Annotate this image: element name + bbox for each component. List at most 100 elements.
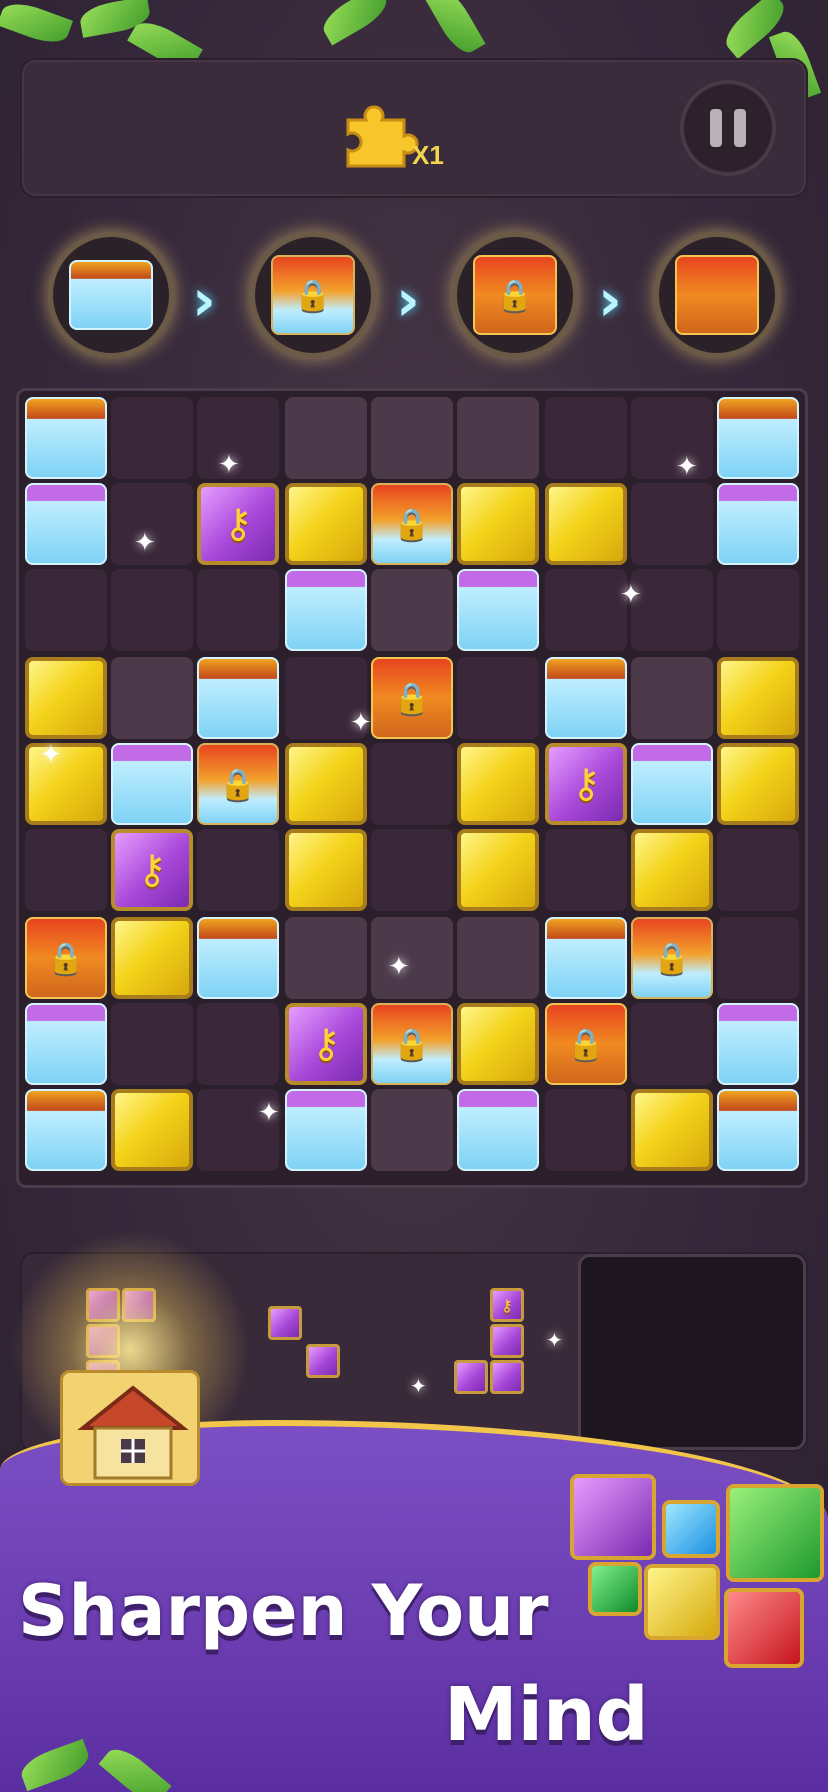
- yellow-block[interactable]: [457, 829, 539, 911]
- sparkle-icon: ✦: [258, 1098, 280, 1128]
- key-block[interactable]: ⚷: [545, 743, 627, 825]
- empty-cell[interactable]: [717, 829, 799, 911]
- yellow-block[interactable]: [457, 1003, 539, 1085]
- frozen-block[interactable]: [285, 1089, 367, 1171]
- game-board[interactable]: ⚷ 🔒 🔒 🔒 ⚷ ⚷ 🔒 🔒 ⚷ 🔒 🔒: [16, 388, 808, 1188]
- key-block[interactable]: ⚷: [285, 1003, 367, 1085]
- empty-cell[interactable]: [197, 829, 279, 911]
- frozen-chest[interactable]: [545, 657, 627, 739]
- empty-cell[interactable]: [197, 569, 279, 651]
- yellow-block[interactable]: [457, 483, 539, 565]
- yellow-block[interactable]: [25, 657, 107, 739]
- empty-cell[interactable]: [371, 917, 453, 999]
- empty-cell[interactable]: [111, 397, 193, 479]
- empty-cell[interactable]: [371, 743, 453, 825]
- empty-cell[interactable]: [111, 657, 193, 739]
- empty-cell[interactable]: [545, 1089, 627, 1171]
- empty-cell[interactable]: [371, 397, 453, 479]
- frozen-chest[interactable]: [25, 397, 107, 479]
- empty-cell[interactable]: [371, 829, 453, 911]
- empty-cell[interactable]: [25, 569, 107, 651]
- yellow-block[interactable]: [285, 483, 367, 565]
- empty-cell[interactable]: [25, 829, 107, 911]
- sparkle-icon: ✦: [410, 1374, 427, 1398]
- empty-cell[interactable]: [545, 569, 627, 651]
- leaf-decoration: [317, 0, 393, 46]
- goal-open-chest: [654, 232, 780, 358]
- frozen-chest[interactable]: [197, 917, 279, 999]
- lock-icon: 🔒: [393, 506, 431, 542]
- empty-cell[interactable]: [631, 483, 713, 565]
- frozen-chest-icon: [69, 260, 153, 330]
- lock-icon: 🔒: [393, 680, 431, 716]
- sparkle-icon: ✦: [350, 708, 372, 738]
- yellow-gem-icon: [644, 1564, 720, 1640]
- empty-cell[interactable]: [631, 569, 713, 651]
- chained-chest[interactable]: 🔒: [545, 1003, 627, 1085]
- frozen-chest[interactable]: [717, 397, 799, 479]
- key-block[interactable]: ⚷: [111, 829, 193, 911]
- empty-cell[interactable]: [457, 397, 539, 479]
- frozen-chest[interactable]: [25, 1089, 107, 1171]
- chained-chest[interactable]: 🔒: [371, 657, 453, 739]
- pause-button[interactable]: [680, 80, 776, 176]
- yellow-block[interactable]: [111, 917, 193, 999]
- empty-cell[interactable]: [457, 657, 539, 739]
- key-block[interactable]: ⚷: [197, 483, 279, 565]
- frozen-block[interactable]: [25, 483, 107, 565]
- frozen-chest[interactable]: [545, 917, 627, 999]
- yellow-block[interactable]: [717, 657, 799, 739]
- yellow-block[interactable]: [285, 829, 367, 911]
- chained-frozen-chest[interactable]: 🔒: [371, 1003, 453, 1085]
- chained-chest-icon: 🔒: [271, 255, 355, 335]
- empty-cell[interactable]: [717, 569, 799, 651]
- chained-frozen-chest[interactable]: 🔒: [371, 483, 453, 565]
- empty-cell[interactable]: [545, 397, 627, 479]
- chained-frozen-chest[interactable]: 🔒: [631, 917, 713, 999]
- chevron-right-icon: ›: [396, 266, 420, 334]
- frozen-block[interactable]: [717, 1003, 799, 1085]
- blue-gem-icon: [662, 1500, 720, 1558]
- empty-piece-slot[interactable]: [578, 1254, 806, 1450]
- frozen-block[interactable]: [717, 483, 799, 565]
- purple-block: [490, 1360, 524, 1394]
- key-icon: ⚷: [311, 1021, 341, 1067]
- yellow-block[interactable]: [25, 743, 107, 825]
- frozen-block[interactable]: [457, 569, 539, 651]
- lock-icon: 🔒: [393, 1026, 431, 1062]
- yellow-block[interactable]: [717, 743, 799, 825]
- frozen-block[interactable]: [457, 1089, 539, 1171]
- frozen-chest[interactable]: [197, 657, 279, 739]
- lock-icon: 🔒: [47, 940, 85, 976]
- empty-cell[interactable]: [457, 917, 539, 999]
- empty-cell[interactable]: [717, 917, 799, 999]
- yellow-block[interactable]: [631, 1089, 713, 1171]
- yellow-block[interactable]: [457, 743, 539, 825]
- empty-cell[interactable]: [545, 829, 627, 911]
- empty-cell[interactable]: [631, 657, 713, 739]
- empty-cell[interactable]: [111, 1003, 193, 1085]
- empty-cell[interactable]: [631, 1003, 713, 1085]
- empty-cell[interactable]: [111, 569, 193, 651]
- yellow-block[interactable]: [285, 743, 367, 825]
- goal-progress: › 🔒 › 🔒 ›: [0, 222, 828, 362]
- frozen-block[interactable]: [111, 743, 193, 825]
- frozen-block[interactable]: [25, 1003, 107, 1085]
- chained-chest-icon: 🔒: [473, 255, 557, 335]
- empty-cell[interactable]: [197, 1003, 279, 1085]
- frozen-block[interactable]: [631, 743, 713, 825]
- empty-cell[interactable]: [371, 1089, 453, 1171]
- empty-cell[interactable]: [371, 569, 453, 651]
- chained-chest[interactable]: 🔒: [25, 917, 107, 999]
- frozen-chest[interactable]: [717, 1089, 799, 1171]
- yellow-block[interactable]: [631, 829, 713, 911]
- empty-cell[interactable]: [631, 397, 713, 479]
- empty-cell[interactable]: [285, 917, 367, 999]
- empty-cell[interactable]: [285, 397, 367, 479]
- purple-gem-icon: [570, 1474, 656, 1560]
- chained-frozen-chest[interactable]: 🔒: [197, 743, 279, 825]
- frozen-block[interactable]: [285, 569, 367, 651]
- lock-icon: 🔒: [294, 277, 332, 313]
- yellow-block[interactable]: [545, 483, 627, 565]
- yellow-block[interactable]: [111, 1089, 193, 1171]
